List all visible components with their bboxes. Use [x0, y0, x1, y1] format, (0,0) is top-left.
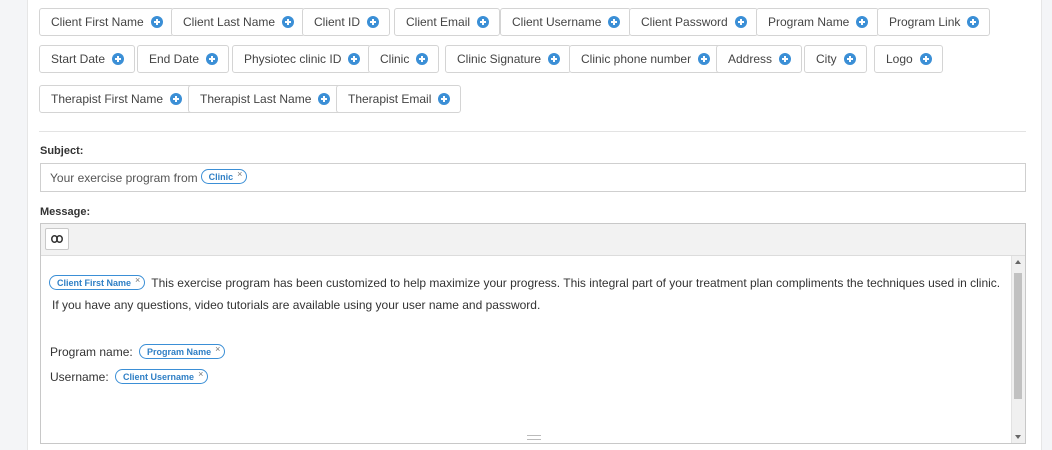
- plus-circle-icon: [170, 93, 183, 105]
- plus-circle-icon: [548, 53, 561, 65]
- client-username-chip: Client Username ×: [115, 369, 209, 385]
- insert-clinic-phone-number-button[interactable]: Clinic phone number: [569, 45, 722, 73]
- chip-remove-icon[interactable]: ×: [215, 344, 220, 354]
- editor-toolbar: [41, 224, 1025, 256]
- program-name-label: Program name:: [50, 345, 133, 359]
- insert-client-username-button[interactable]: Client Username: [500, 8, 632, 36]
- plus-circle-icon: [206, 53, 219, 65]
- message-editor[interactable]: Client First Name × This exercise program …: [40, 223, 1026, 444]
- scroll-thumb[interactable]: [1014, 273, 1022, 399]
- button-label: Client ID: [314, 15, 361, 29]
- subject-input[interactable]: Your exercise program from Clinic ×: [40, 163, 1026, 192]
- scroll-up-arrow-icon[interactable]: [1015, 260, 1021, 264]
- insert-client-id-button[interactable]: Client ID: [302, 8, 391, 36]
- subject-label: Subject:: [40, 145, 84, 157]
- plus-circle-icon: [843, 53, 856, 65]
- editor-content[interactable]: Client First Name × This exercise program …: [41, 256, 1011, 443]
- editor-scrollbar[interactable]: [1011, 256, 1025, 443]
- plus-circle-icon: [967, 16, 980, 28]
- plus-circle-icon: [919, 53, 932, 65]
- button-label: Program Link: [889, 15, 961, 29]
- chip-label: Client First Name: [57, 277, 132, 288]
- plus-circle-icon: [112, 53, 125, 65]
- subject-clinic-chip: Clinic ×: [200, 169, 248, 184]
- insert-address-button[interactable]: Address: [716, 45, 803, 73]
- insert-clinic-signature-button[interactable]: Clinic Signature: [445, 45, 572, 73]
- button-label: Therapist First Name: [51, 92, 164, 106]
- scroll-down-arrow-icon[interactable]: [1015, 435, 1021, 439]
- chip-remove-icon[interactable]: ×: [237, 169, 242, 179]
- plus-circle-icon: [856, 16, 869, 28]
- button-label: Start Date: [51, 52, 106, 66]
- plus-circle-icon: [734, 16, 747, 28]
- button-label: Clinic phone number: [581, 52, 692, 66]
- message-text: This exercise program has been customize…: [151, 276, 1001, 290]
- program-name-line: Program name: Program Name ×: [50, 344, 226, 360]
- chip-label: Program Name: [147, 346, 212, 357]
- username-line: Username: Client Username ×: [50, 369, 209, 385]
- button-label: Therapist Email: [348, 92, 432, 106]
- section-divider: [39, 131, 1026, 132]
- insert-client-email-button[interactable]: Client Email: [394, 8, 501, 36]
- insert-start-date-button[interactable]: Start Date: [39, 45, 136, 73]
- insert-client-password-button[interactable]: Client Password: [629, 8, 758, 36]
- button-label: Client Last Name: [183, 15, 276, 29]
- plus-circle-icon: [367, 16, 380, 28]
- plus-circle-icon: [698, 53, 711, 65]
- chip-remove-icon[interactable]: ×: [198, 369, 203, 379]
- insert-therapist-last-name-button[interactable]: Therapist Last Name: [188, 85, 342, 113]
- button-label: Client Email: [406, 15, 471, 29]
- plus-circle-icon: [416, 53, 429, 65]
- plus-circle-icon: [318, 93, 331, 105]
- chip-label: Client Username: [123, 371, 195, 382]
- plus-circle-icon: [779, 53, 792, 65]
- button-label: Clinic Signature: [457, 52, 542, 66]
- insert-client-first-name-button[interactable]: Client First Name: [39, 8, 174, 36]
- email-template-panel: Client First Name Client Last Name Clien…: [27, 0, 1042, 450]
- insert-therapist-email-button[interactable]: Therapist Email: [336, 85, 462, 113]
- button-label: Program Name: [768, 15, 850, 29]
- insert-physiotec-clinic-id-button[interactable]: Physiotec clinic ID: [232, 45, 372, 73]
- insert-clinic-button[interactable]: Clinic: [368, 45, 440, 73]
- button-label: Client Password: [641, 15, 728, 29]
- message-label: Message:: [40, 206, 91, 218]
- button-label: Address: [728, 52, 773, 66]
- insert-link-button[interactable]: [45, 228, 69, 250]
- plus-circle-icon: [438, 93, 451, 105]
- chip-label: Clinic: [208, 171, 234, 182]
- subject-text: Your exercise program from: [50, 170, 198, 185]
- button-label: Clinic: [380, 52, 410, 66]
- message-line-1: Client First Name × This exercise program …: [49, 275, 1001, 291]
- button-label: Client First Name: [51, 15, 144, 29]
- button-label: Client Username: [512, 15, 602, 29]
- insert-end-date-button[interactable]: End Date: [137, 45, 230, 73]
- client-first-name-chip: Client First Name ×: [49, 275, 146, 291]
- button-label: Physiotec clinic ID: [244, 52, 342, 66]
- plus-circle-icon: [150, 16, 163, 28]
- plus-circle-icon: [477, 16, 490, 28]
- button-label: Logo: [886, 52, 913, 66]
- plus-circle-icon: [282, 16, 295, 28]
- button-label: Therapist Last Name: [200, 92, 312, 106]
- plus-circle-icon: [608, 16, 621, 28]
- insert-city-button[interactable]: City: [804, 45, 867, 73]
- message-line-2: If you have any questions, video tutoria…: [52, 298, 541, 312]
- insert-program-link-button[interactable]: Program Link: [877, 8, 991, 36]
- username-label: Username:: [50, 370, 109, 384]
- chip-remove-icon[interactable]: ×: [135, 275, 140, 285]
- insert-therapist-first-name-button[interactable]: Therapist First Name: [39, 85, 194, 113]
- link-icon: [51, 235, 63, 243]
- button-label: City: [816, 52, 837, 66]
- resize-grip-icon[interactable]: [527, 435, 541, 440]
- button-label: End Date: [149, 52, 200, 66]
- program-name-chip: Program Name ×: [139, 344, 226, 360]
- insert-program-name-button[interactable]: Program Name: [756, 8, 880, 36]
- insert-logo-button[interactable]: Logo: [874, 45, 943, 73]
- insert-client-last-name-button[interactable]: Client Last Name: [171, 8, 306, 36]
- plus-circle-icon: [348, 53, 361, 65]
